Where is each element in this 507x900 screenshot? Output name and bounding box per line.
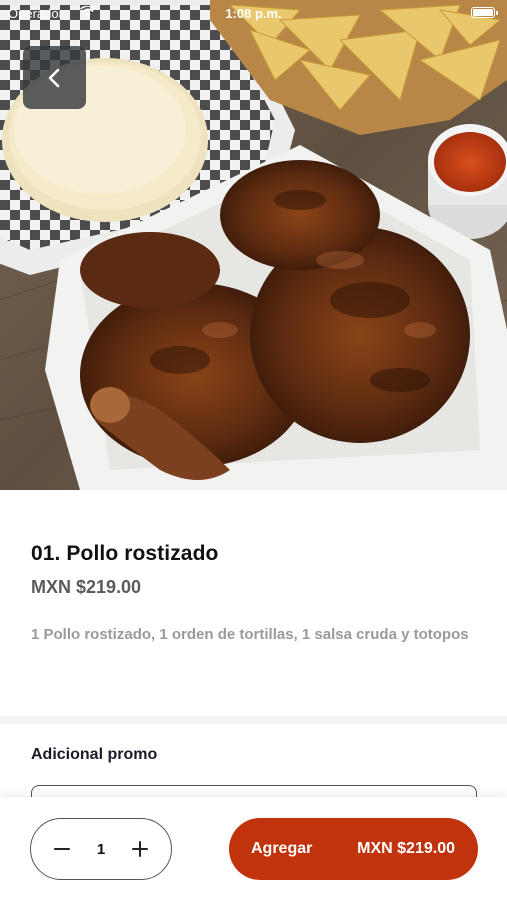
- quantity-stepper: 1: [30, 818, 172, 880]
- bottom-bar: 1 Agregar MXN $219.00: [0, 797, 507, 900]
- quantity-value: 1: [96, 840, 106, 858]
- product-description: 1 Pollo rostizado, 1 orden de tortillas,…: [31, 626, 469, 643]
- decrement-button[interactable]: [49, 836, 75, 862]
- plus-icon: [132, 841, 148, 857]
- status-bar: Operador 1:08 p.m.: [0, 0, 507, 28]
- add-button-price: MXN $219.00: [357, 840, 455, 857]
- increment-button[interactable]: [127, 836, 153, 862]
- options-section-title: Adicional promo: [31, 746, 158, 763]
- add-button-label: Agregar: [251, 840, 313, 857]
- back-button[interactable]: [23, 46, 86, 109]
- section-divider: [0, 716, 507, 724]
- add-to-cart-button[interactable]: Agregar MXN $219.00: [229, 818, 478, 880]
- product-info: 01. Pollo rostizado MXN $219.00 1 Pollo …: [0, 490, 507, 718]
- minus-icon: [54, 848, 70, 850]
- status-time: 1:08 p.m.: [225, 6, 282, 21]
- product-price: MXN $219.00: [31, 577, 142, 597]
- battery-icon: [471, 7, 498, 18]
- chevron-left-icon: [48, 68, 59, 87]
- product-title: 01. Pollo rostizado: [31, 542, 219, 565]
